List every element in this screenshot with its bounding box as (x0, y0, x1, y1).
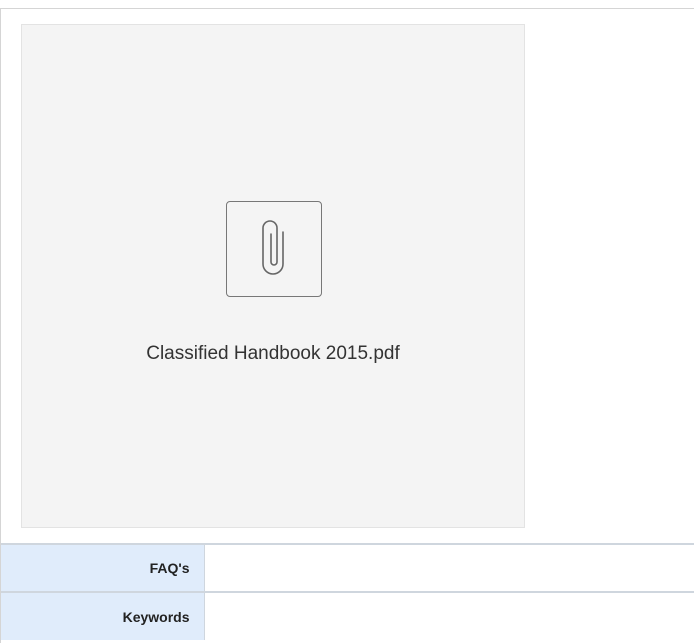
table-row: Keywords (1, 592, 694, 640)
metadata-table: FAQ's Keywords (1, 543, 694, 640)
keywords-value (204, 592, 694, 640)
faqs-value (204, 544, 694, 592)
attachment-cell: Classified Handbook 2015.pdf (1, 9, 694, 543)
faqs-label: FAQ's (1, 544, 205, 592)
paperclip-icon (226, 201, 322, 297)
keywords-label: Keywords (1, 592, 205, 640)
table-row: FAQ's (1, 544, 694, 592)
attachment-filename[interactable]: Classified Handbook 2015.pdf (22, 343, 524, 365)
attachment-preview[interactable]: Classified Handbook 2015.pdf (21, 24, 525, 528)
page-frame: Classified Handbook 2015.pdf FAQ's Keywo… (0, 8, 694, 643)
